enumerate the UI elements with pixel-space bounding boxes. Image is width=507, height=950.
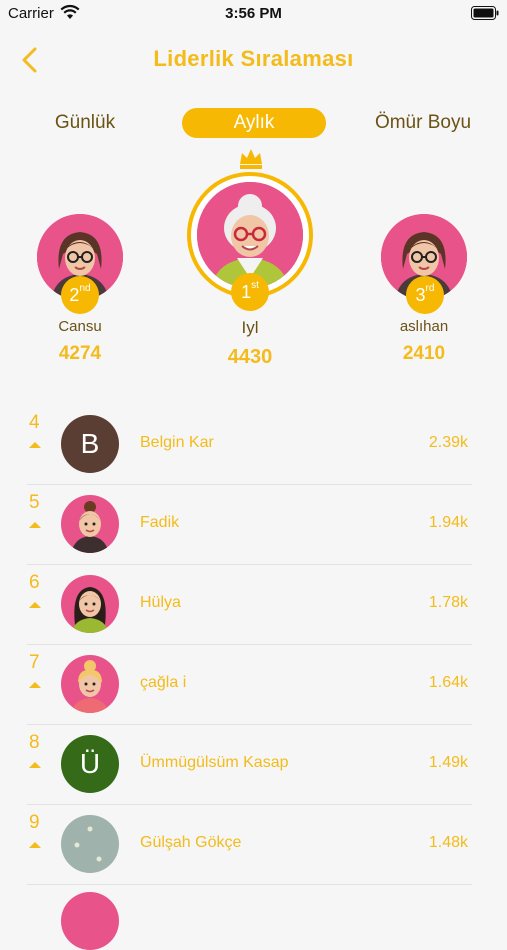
podium-first-score: 4430 xyxy=(227,346,273,368)
podium-second-name: Cansu xyxy=(58,318,102,335)
player-score: 2.39k xyxy=(428,434,468,451)
rank-badge-first: 1st xyxy=(231,273,269,311)
podium-first-name: Iyl xyxy=(241,318,259,337)
rank-number: 4 xyxy=(29,412,40,433)
player-name: Fadik xyxy=(140,514,180,531)
woman-long-hair-icon xyxy=(61,575,119,633)
rank-number: 8 xyxy=(29,732,40,753)
crown-icon xyxy=(240,149,262,169)
avatar xyxy=(61,575,119,633)
podium-third-name: aslıhan xyxy=(399,318,449,335)
player-name: çağla i xyxy=(140,674,187,691)
woman-blonde-icon xyxy=(61,655,119,713)
avatar: B xyxy=(61,415,119,473)
podium-third-score: 2410 xyxy=(402,343,446,364)
rank-number: 6 xyxy=(29,572,40,593)
rank-badge-third: 3rd xyxy=(406,276,444,314)
avatar xyxy=(61,815,119,873)
avatar xyxy=(61,495,119,553)
woman-bun-icon xyxy=(61,495,119,553)
player-score: 1.64k xyxy=(428,674,468,691)
tab-monthly[interactable]: Aylık xyxy=(182,108,326,138)
battery-icon xyxy=(471,6,499,20)
leaderboard-row[interactable]: 6 Hülya 1.78k xyxy=(27,564,472,645)
leaderboard-row[interactable]: 7 çağla i 1.64k xyxy=(27,644,472,725)
player-name: Hülya xyxy=(140,594,181,611)
rank-number: 9 xyxy=(29,812,40,833)
tab-lifetime[interactable]: Ömür Boyu xyxy=(362,108,484,138)
podium-second-score: 4274 xyxy=(58,343,102,364)
player-name: Ümmügülsüm Kasap xyxy=(140,754,289,771)
tab-daily[interactable]: Günlük xyxy=(30,108,140,138)
leaderboard-row[interactable]: 8 Ü Ümmügülsüm Kasap 1.49k xyxy=(27,724,472,805)
photo-icon xyxy=(61,815,119,873)
leaderboard-row[interactable]: 5 Fadik 1.94k xyxy=(27,484,472,565)
leaderboard-row[interactable]: 4 B Belgin Kar 2.39k xyxy=(27,404,472,485)
rank-badge-second: 2nd xyxy=(61,276,99,314)
clock: 3:56 PM xyxy=(225,5,282,22)
avatar-partial xyxy=(61,892,119,950)
rank-number: 5 xyxy=(29,492,40,513)
player-score: 1.49k xyxy=(428,754,468,771)
leaderboard-row[interactable]: 9 Gülşah Gökçe 1.48k xyxy=(27,804,472,885)
rank-up-icon xyxy=(29,522,41,528)
player-score: 1.48k xyxy=(428,834,468,851)
rank-number: 7 xyxy=(29,652,40,673)
avatar xyxy=(61,655,119,713)
player-score: 1.78k xyxy=(428,594,468,611)
player-name: Gülşah Gökçe xyxy=(140,834,242,851)
player-score: 1.94k xyxy=(428,514,468,531)
rank-up-icon xyxy=(29,762,41,768)
rank-up-icon xyxy=(29,602,41,608)
avatar: Ü xyxy=(61,735,119,793)
page-title: Liderlik Sıralaması xyxy=(153,46,354,71)
rank-up-icon xyxy=(29,842,41,848)
player-name: Belgin Kar xyxy=(140,434,214,451)
rank-up-icon xyxy=(29,442,41,448)
rank-up-icon xyxy=(29,682,41,688)
